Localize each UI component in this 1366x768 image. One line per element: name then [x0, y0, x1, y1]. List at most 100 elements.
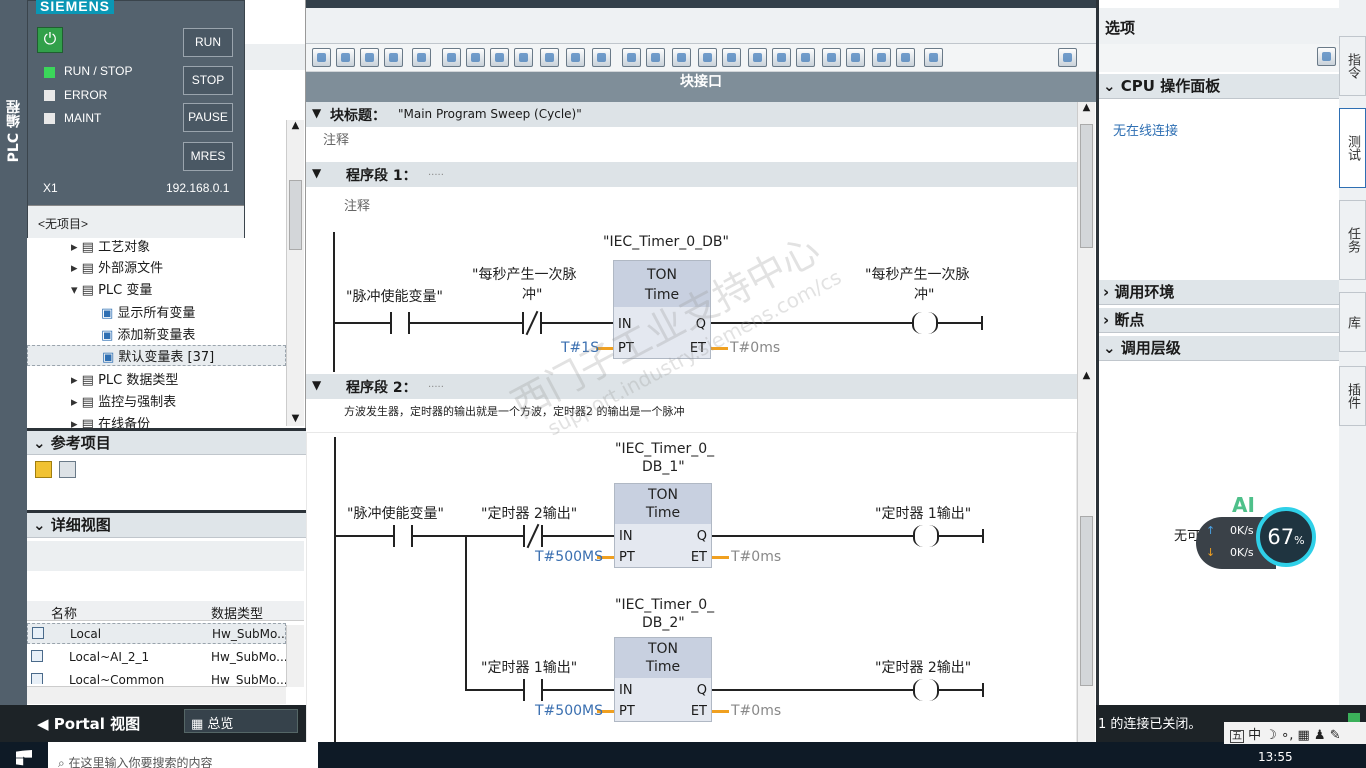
- contact-1-operand[interactable]: "脉冲使能变量": [347, 503, 444, 523]
- coil-operand-line1[interactable]: "每秒产生一次脉: [865, 264, 969, 284]
- detail-hscroll[interactable]: [27, 686, 286, 704]
- tab-tasks[interactable]: 任务: [1339, 200, 1366, 280]
- ton-timer-block[interactable]: TON Time IN PT Q ET: [613, 260, 711, 359]
- breakpoint-header[interactable]: › 断点: [1099, 308, 1339, 333]
- status-icon[interactable]: [622, 48, 641, 67]
- tab-instructions[interactable]: 指令: [1339, 36, 1366, 96]
- table-row[interactable]: Local Hw_SubMo...: [27, 623, 289, 644]
- tab-libraries[interactable]: 库: [1339, 292, 1366, 352]
- close-project-icon[interactable]: [59, 461, 76, 478]
- et-value[interactable]: T#0ms: [731, 549, 781, 565]
- tree-item[interactable]: ▣ 添加新变量表: [101, 324, 195, 343]
- scroll-thumb[interactable]: [1080, 516, 1093, 686]
- toggle-icon[interactable]: [412, 48, 431, 67]
- editor-vscroll-bottom[interactable]: ▲: [1077, 370, 1095, 762]
- tree-scrollbar[interactable]: ▲ ▼: [286, 120, 304, 426]
- run-to-cursor-icon[interactable]: [796, 48, 815, 67]
- favorites-icon[interactable]: [466, 48, 485, 67]
- left-vertical-tab[interactable]: PLC 编程: [0, 0, 27, 705]
- zoom-networks-icon[interactable]: [592, 48, 611, 67]
- contact-2-operand-line2[interactable]: 冲": [522, 284, 542, 304]
- contact-nc[interactable]: [523, 523, 543, 549]
- open-project-icon[interactable]: [35, 461, 52, 478]
- timer-2-db-name-line2[interactable]: DB_2": [642, 615, 685, 631]
- collapse-icon[interactable]: ▼: [312, 166, 321, 180]
- table-row[interactable]: Local~Common Hw_SubMo...: [27, 670, 286, 684]
- run-button[interactable]: RUN: [183, 28, 233, 57]
- force-icon[interactable]: [872, 48, 891, 67]
- timer-db-name[interactable]: "IEC_Timer_0_DB": [603, 234, 729, 250]
- timer-2-db-name-line1[interactable]: "IEC_Timer_0_: [615, 597, 714, 613]
- watch-icon[interactable]: [822, 48, 841, 67]
- coil[interactable]: [913, 679, 939, 701]
- timer-1-db-name-line1[interactable]: "IEC_Timer_0_: [615, 441, 714, 457]
- col-type-header[interactable]: 数据类型: [211, 603, 263, 622]
- open-all-networks-icon[interactable]: [540, 48, 559, 67]
- tab-plugins[interactable]: 插件: [1339, 366, 1366, 426]
- pt-value[interactable]: T#1S: [561, 340, 599, 356]
- contact-nc[interactable]: [522, 310, 542, 336]
- tree-item[interactable]: ▸ ▤ 监控与强制表: [71, 391, 176, 410]
- close-all-networks-icon[interactable]: [566, 48, 585, 67]
- scroll-up-icon[interactable]: ▲: [1078, 370, 1095, 381]
- contact-no[interactable]: [393, 525, 413, 547]
- col-name-header[interactable]: 名称: [51, 603, 77, 622]
- step-over-icon[interactable]: [722, 48, 741, 67]
- block-comment[interactable]: 注释: [323, 129, 349, 148]
- network-comments-icon[interactable]: [514, 48, 533, 67]
- ton-timer-block[interactable]: TON Time IN PT Q ET: [614, 483, 712, 568]
- coil[interactable]: [912, 312, 938, 334]
- ton-timer-block[interactable]: TON Time IN PT Q ET: [614, 637, 712, 722]
- monitor-icon[interactable]: [672, 48, 691, 67]
- call-icon[interactable]: [698, 48, 717, 67]
- scroll-thumb[interactable]: [1080, 124, 1093, 248]
- tree-item[interactable]: ▸ ▤ 工艺对象: [71, 236, 150, 255]
- contact-2-operand[interactable]: "定时器 2输出": [481, 503, 577, 523]
- tree-item-selected[interactable]: ▣ 默认变量表 [37]: [27, 345, 286, 366]
- scroll-down-icon[interactable]: ▼: [287, 413, 304, 424]
- portal-view-button[interactable]: ◀ Portal 视图: [37, 713, 140, 734]
- cpu-panel-header[interactable]: ⌄ CPU 操作面板: [1099, 74, 1339, 99]
- start-icon[interactable]: [16, 750, 32, 766]
- contact-no[interactable]: [390, 312, 410, 334]
- et-value[interactable]: T#0ms: [731, 703, 781, 719]
- contact-1-operand[interactable]: "脉冲使能变量": [346, 286, 443, 306]
- coil-2-operand[interactable]: "定时器 2输出": [875, 657, 971, 677]
- editor-vscroll-top[interactable]: ▲: [1077, 102, 1095, 370]
- add-row-icon[interactable]: [384, 48, 403, 67]
- taskbar-search[interactable]: ⌕ 在这里输入你要搜索的内容: [48, 742, 318, 768]
- collapse-icon[interactable]: ▼: [312, 106, 321, 120]
- tree-item[interactable]: ▸ ▤ PLC 数据类型: [71, 369, 178, 388]
- scroll-thumb[interactable]: [289, 180, 302, 250]
- block-interface-bar[interactable]: 块接口: [306, 72, 1096, 102]
- split-editor-icon[interactable]: [1058, 48, 1077, 67]
- stop-button[interactable]: STOP: [183, 66, 233, 95]
- net-speed-widget[interactable]: AI 无可 ↑ 0K/s ↓ 0K/s 67%: [1174, 493, 1316, 579]
- comments-icon[interactable]: [490, 48, 509, 67]
- tree-item[interactable]: ▾ ▤ PLC 变量: [71, 279, 152, 298]
- layout-icon[interactable]: [1317, 47, 1336, 66]
- absolute-operands-icon[interactable]: [442, 48, 461, 67]
- no-online-link[interactable]: 无在线连接: [1113, 120, 1178, 139]
- block-title-value[interactable]: "Main Program Sweep (Cycle)": [398, 107, 582, 121]
- ime-indicator[interactable]: 五 中 ☽ ∘, ▦ ♟ ✎: [1224, 722, 1366, 744]
- power-icon[interactable]: ⏻: [37, 27, 63, 53]
- tree-item[interactable]: ▣ 显示所有变量: [101, 302, 195, 321]
- et-value[interactable]: T#0ms: [730, 340, 780, 356]
- pause-button[interactable]: PAUSE: [183, 103, 233, 132]
- coil-1-operand[interactable]: "定时器 1输出": [875, 503, 971, 523]
- clock[interactable]: 13:55: [1258, 750, 1293, 764]
- contact-3-operand[interactable]: "定时器 1输出": [481, 657, 577, 677]
- pt-value[interactable]: T#500MS: [535, 549, 603, 565]
- collapse-icon[interactable]: ▼: [312, 378, 321, 392]
- tab-test[interactable]: 测试: [1339, 108, 1366, 188]
- tree-item[interactable]: ▸ ▤ 外部源文件: [71, 257, 163, 276]
- coil-operand-line2[interactable]: 冲": [914, 284, 934, 304]
- scroll-up-icon[interactable]: ▲: [1078, 102, 1095, 113]
- step-into-icon[interactable]: [748, 48, 767, 67]
- breakpoint-icon[interactable]: [646, 48, 665, 67]
- db-icon[interactable]: [924, 48, 943, 67]
- detail-vscroll[interactable]: [286, 625, 304, 687]
- table-row[interactable]: Local~AI_2_1 Hw_SubMo...: [27, 647, 288, 668]
- insert-network-icon[interactable]: [312, 48, 331, 67]
